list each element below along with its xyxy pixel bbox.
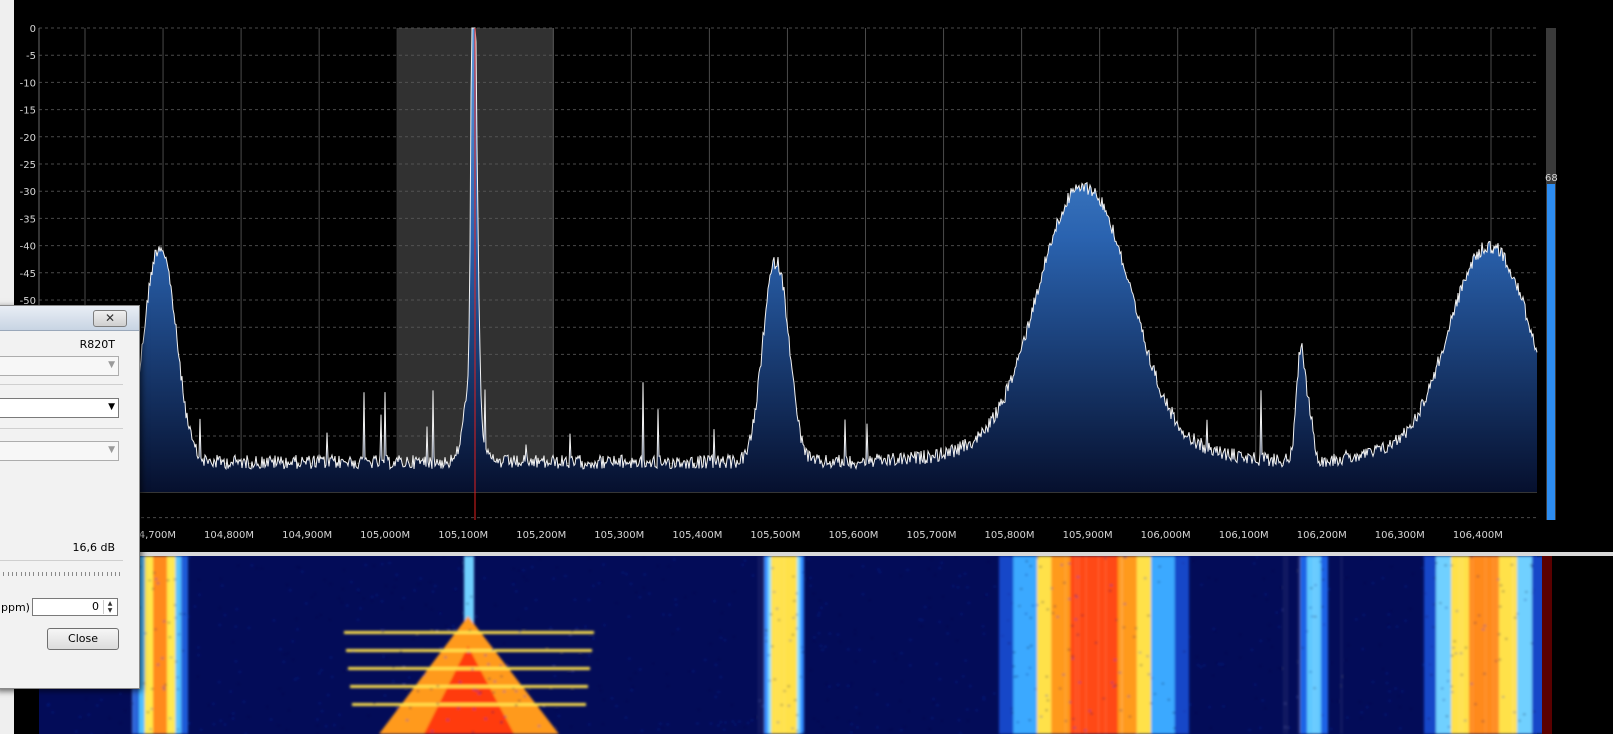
waterfall-streak [346, 649, 592, 652]
frequency-tick-label: 104,900M [282, 530, 332, 541]
separator [0, 428, 123, 429]
waterfall-level-bar [1542, 556, 1552, 734]
slider-tick [59, 572, 61, 576]
frequency-tick-label: 105,700M [907, 530, 957, 541]
frequency-tick-label: 105,600M [828, 530, 878, 541]
slider-tick [42, 572, 43, 576]
frequency-axis-labels: 104,700M 104,800M 104,900M 105,000M 105,100M… [126, 530, 1503, 541]
chevron-down-icon: ▼ [108, 360, 115, 370]
gain-bar-fill[interactable] [1547, 184, 1555, 520]
frequency-tick-label: 106,300M [1375, 530, 1425, 541]
frequency-tick-label: 106,200M [1297, 530, 1347, 541]
slider-tick [89, 572, 91, 576]
waterfall-streak [350, 685, 588, 688]
frequency-correction-input[interactable]: 0 ▲ ▼ [32, 598, 118, 616]
slider-tick [85, 572, 86, 576]
slider-tick [33, 572, 35, 576]
separator [0, 384, 123, 385]
waterfall-signal-band [153, 556, 167, 734]
gain-slider[interactable] [0, 572, 121, 578]
gain-db-label: 16,6 dB [72, 541, 115, 554]
spectrum-display[interactable]: 0-5-10-15-20-25-30-35-40-45-50-55-60-65-… [14, 0, 1613, 552]
frequency-tick-label: 105,200M [516, 530, 566, 541]
dialog-titlebar[interactable]: ✕ [0, 306, 139, 331]
dialog-close-icon[interactable]: ✕ [93, 310, 127, 327]
device-combo[interactable]: ▼ [0, 356, 119, 376]
sampling-mode-combo[interactable]: ▼ [0, 441, 119, 461]
slider-tick [80, 572, 82, 576]
separator [0, 560, 123, 561]
frequency-tick-label: 105,800M [985, 530, 1035, 541]
ppm-label: ppm) [1, 601, 30, 614]
slider-tick [63, 572, 65, 576]
slider-tick [119, 572, 121, 576]
slider-tick [46, 572, 48, 576]
chevron-down-icon: ▼ [108, 402, 115, 412]
slider-tick [29, 572, 31, 576]
slider-tick [50, 572, 52, 576]
slider-tick [11, 572, 13, 576]
slider-tick [76, 572, 78, 576]
y-tick-label: -15 [20, 106, 36, 117]
tuner-type-label: R820T [79, 338, 115, 351]
spectrum-plot[interactable]: 0-5-10-15-20-25-30-35-40-45-50-55-60-65-… [14, 0, 1613, 552]
slider-tick [97, 572, 99, 576]
slider-tick [106, 572, 108, 576]
frequency-tick-label: 105,400M [672, 530, 722, 541]
waterfall-streak [352, 703, 586, 706]
y-tick-label: -30 [20, 187, 36, 198]
slider-tick [102, 572, 104, 576]
slider-tick [93, 572, 95, 576]
y-tick-label: -20 [20, 133, 36, 144]
ppm-value: 0 [92, 600, 99, 613]
waterfall-streak [348, 667, 590, 670]
waterfall-signal-band [1469, 556, 1499, 734]
slider-tick [67, 572, 69, 576]
slider-tick [20, 572, 22, 576]
frequency-tick-label: 106,000M [1141, 530, 1191, 541]
frequency-tick-label: 105,900M [1063, 530, 1113, 541]
y-tick-label: -10 [20, 78, 36, 89]
device-settings-dialog: ✕ R820T ▼ ▼ ▼ 16,6 dB ppm) 0 ▲ ▼ Close [0, 305, 140, 689]
frequency-tick-label: 105,100M [438, 530, 488, 541]
frequency-tick-label: 105,000M [360, 530, 410, 541]
waterfall-plot [39, 556, 1552, 734]
slider-tick [7, 572, 9, 576]
spectrum-fill [139, 28, 1537, 492]
slider-tick [3, 572, 5, 576]
y-tick-label: -5 [26, 51, 36, 62]
waterfall-signal-band [1307, 556, 1321, 734]
waterfall-streak [344, 631, 594, 634]
slider-tick [24, 572, 26, 576]
gain-value-label: 68 [1545, 173, 1558, 184]
chevron-down-icon: ▼ [108, 445, 115, 455]
slider-tick [54, 572, 56, 576]
frequency-tick-label: 105,500M [750, 530, 800, 541]
frequency-tick-label: 106,400M [1453, 530, 1503, 541]
frequency-tick-label: 104,800M [204, 530, 254, 541]
slider-tick [110, 572, 112, 576]
frequency-tick-label: 106,100M [1219, 530, 1269, 541]
close-button[interactable]: Close [47, 628, 119, 650]
slider-tick [72, 572, 74, 576]
waterfall-signal-band [1070, 556, 1118, 734]
slider-tick [115, 572, 117, 576]
y-tick-label: -45 [20, 269, 36, 280]
y-tick-label: -35 [20, 214, 36, 225]
sample-rate-combo[interactable]: ▼ [0, 398, 119, 418]
frequency-tick-label: 105,300M [594, 530, 644, 541]
y-tick-label: 0 [30, 24, 36, 35]
spectrum-trace [138, 27, 1538, 471]
y-tick-label: -40 [20, 242, 36, 253]
slider-tick [37, 572, 39, 576]
slider-tick [16, 572, 18, 576]
y-tick-label: -25 [20, 160, 36, 171]
waterfall-display[interactable] [14, 556, 1613, 734]
spinner-arrows-icon[interactable]: ▲ ▼ [103, 600, 116, 614]
